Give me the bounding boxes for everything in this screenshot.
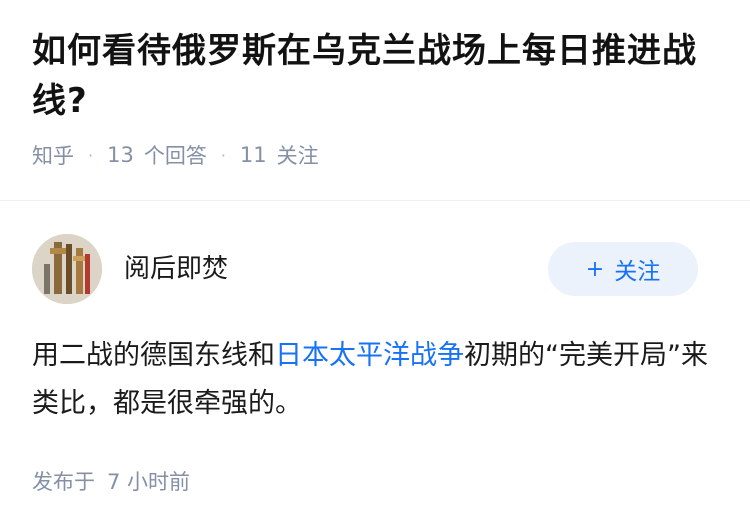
follower-count-label[interactable]: 关注 <box>277 140 319 170</box>
follow-button[interactable]: + 关注 <box>548 242 698 296</box>
avatar-image-icon <box>32 234 102 304</box>
section-divider <box>0 200 750 201</box>
plus-icon: + <box>585 256 605 282</box>
answer-content[interactable]: 用二战的德国东线和日本太平洋战争初期的“完美开局”来类比，都是很牵强的。 <box>32 332 722 428</box>
separator-dot: · <box>220 145 226 165</box>
author-name[interactable]: 阅后即焚 <box>124 248 228 285</box>
published-info: 发布于 7 小时前 <box>32 466 190 496</box>
question-title[interactable]: 如何看待俄罗斯在乌克兰战场上每日推进战线? <box>32 26 722 126</box>
follower-count: 11 <box>239 143 267 167</box>
answer-author-row: 阅后即焚 + 关注 <box>32 234 718 306</box>
separator-dot: · <box>88 145 94 165</box>
answer-count-label[interactable]: 个回答 <box>144 140 207 170</box>
answer-count: 13 <box>107 143 134 167</box>
published-label: 发布于 <box>32 470 95 494</box>
avatar[interactable] <box>32 234 102 304</box>
answer-link[interactable]: 日本太平洋战争 <box>275 340 464 371</box>
source-label[interactable]: 知乎 <box>32 140 74 170</box>
question-header: 如何看待俄罗斯在乌克兰战场上每日推进战线? 知乎 · 13 个回答 · 11 关… <box>32 26 722 170</box>
published-time: 7 小时前 <box>107 470 191 494</box>
answer-text-before: 用二战的德国东线和 <box>32 340 275 371</box>
question-meta: 知乎 · 13 个回答 · 11 关注 <box>32 140 722 170</box>
follow-button-label: 关注 <box>614 259 661 285</box>
